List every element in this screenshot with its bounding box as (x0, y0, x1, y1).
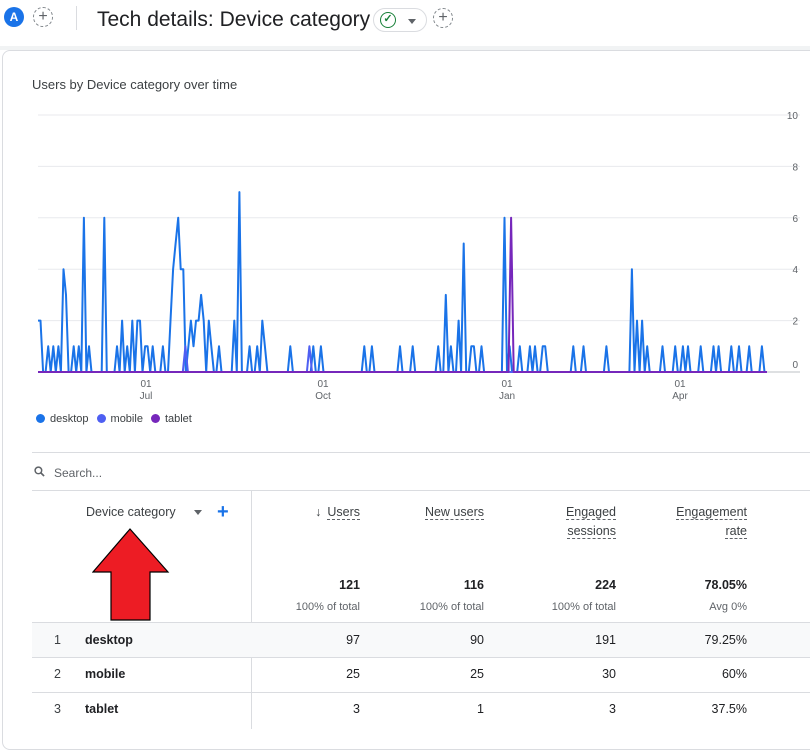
x-tick-day: 01 (501, 379, 513, 390)
row-number: 2 (54, 667, 61, 681)
y-tick-label: 2 (792, 317, 798, 328)
row-number: 1 (54, 633, 61, 647)
row-label: tablet (85, 702, 119, 716)
plus-icon: + (438, 9, 448, 26)
legend-label: tablet (164, 413, 192, 425)
y-tick-label: 6 (792, 214, 798, 225)
table-row[interactable]: 1 desktop 97 90 191 79.25% (32, 623, 810, 657)
cell-new-users: 90 (470, 633, 484, 647)
y-tick-label: 10 (787, 111, 799, 122)
total-engagement-rate: 78.05% (704, 578, 747, 592)
total-new-users: 116 (463, 578, 484, 592)
table-row[interactable]: 2 mobile 25 25 30 60% (32, 657, 810, 691)
legend-item-mobile[interactable]: mobile (96, 413, 143, 425)
row-label: desktop (85, 633, 133, 647)
legend-dot-icon (36, 414, 45, 423)
row-number: 3 (54, 702, 61, 716)
x-tick-month: Oct (315, 391, 331, 402)
table-row[interactable]: 3 tablet 3 1 3 37.5% (32, 692, 810, 726)
row-label: mobile (85, 667, 126, 681)
cell-users: 97 (346, 633, 360, 647)
divider (32, 452, 810, 453)
legend-dot-icon (150, 414, 160, 423)
total-engaged-sessions: 224 (595, 578, 616, 592)
divider (32, 490, 810, 491)
header-divider (76, 6, 77, 30)
cell-engagement-rate: 79.25% (704, 633, 747, 647)
add-report-button[interactable]: + (433, 8, 453, 28)
line-chart: 024681001Jul01Oct01Jan01Apr (38, 111, 800, 402)
red-arrow-annotation (92, 528, 170, 621)
report-header: A + Tech details: Device category ✓ + (0, 0, 810, 40)
legend-label: mobile (110, 413, 143, 425)
metric-header-engagement-rate[interactable]: Engagement rate (627, 503, 747, 541)
cell-engagement-rate: 60% (721, 667, 747, 681)
chevron-down-icon[interactable] (194, 510, 202, 515)
legend-item-tablet[interactable]: tablet (150, 413, 192, 425)
legend-label: desktop (50, 413, 89, 425)
legend-dot-icon (96, 414, 106, 423)
check-circle-icon: ✓ (380, 12, 396, 28)
x-tick-day: 01 (674, 379, 686, 390)
x-tick-day: 01 (317, 379, 329, 390)
add-comparison-button[interactable]: + (33, 7, 53, 27)
cell-users: 25 (346, 667, 360, 681)
subtotal-engaged-sessions: 100% of total (551, 601, 616, 613)
cell-engaged-sessions: 30 (602, 667, 616, 681)
cell-users: 3 (353, 702, 360, 716)
plus-icon: + (38, 8, 48, 25)
total-users: 121 (339, 578, 360, 592)
dimension-header[interactable]: Device category (86, 505, 176, 519)
chart-title: Users by Device category over time (32, 77, 238, 92)
chart-legend: desktop mobile tablet (36, 413, 200, 425)
arrow-down-icon: ↓ (315, 505, 322, 519)
cell-engaged-sessions: 3 (609, 702, 616, 716)
series-line-desktop (38, 191, 767, 373)
y-tick-label: 0 (792, 360, 798, 371)
add-dimension-button[interactable]: + (217, 502, 229, 522)
legend-item-desktop[interactable]: desktop (36, 413, 89, 425)
metric-header-users[interactable]: ↓ Users (250, 503, 360, 522)
report-status-dropdown[interactable]: ✓ (373, 8, 427, 32)
x-tick-day: 01 (140, 379, 152, 390)
cell-engagement-rate: 37.5% (711, 702, 747, 716)
x-tick-month: Apr (672, 391, 688, 402)
comparison-avatar[interactable]: A (4, 7, 24, 27)
cell-new-users: 25 (470, 667, 484, 681)
subtotal-engagement-rate: Avg 0% (709, 601, 747, 613)
cell-engaged-sessions: 191 (595, 633, 616, 647)
cell-new-users: 1 (477, 702, 484, 716)
search-icon (34, 466, 45, 477)
y-tick-label: 4 (792, 265, 798, 276)
subtotal-users: 100% of total (295, 601, 360, 613)
metric-header-engaged-sessions[interactable]: Engaged sessions (496, 503, 616, 541)
metric-header-new-users[interactable]: New users (364, 503, 484, 522)
x-tick-month: Jan (499, 391, 515, 402)
x-tick-month: Jul (140, 391, 153, 402)
page-title: Tech details: Device category (97, 8, 371, 31)
subtotal-new-users: 100% of total (419, 601, 484, 613)
chevron-down-icon (408, 19, 416, 24)
y-tick-label: 8 (792, 162, 798, 173)
search-input[interactable] (54, 463, 354, 483)
